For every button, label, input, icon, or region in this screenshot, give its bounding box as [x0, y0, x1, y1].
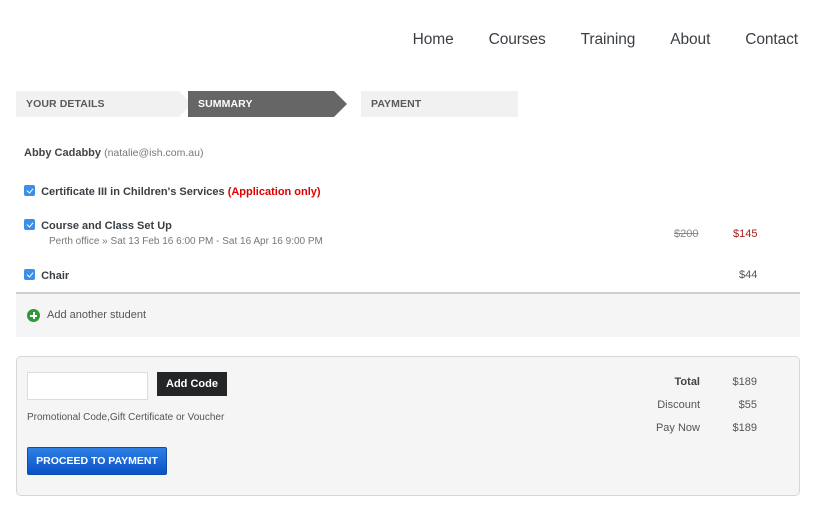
total-row: Total $189 — [580, 376, 757, 399]
enrolment-item: Chair — [24, 269, 69, 282]
order-summary-box: Add Code Promotional Code,Gift Certifica… — [16, 356, 800, 496]
student-header: Abby Cadabby (natalie@ish.com.au) — [24, 147, 203, 159]
step-summary[interactable]: SUMMARY — [188, 91, 347, 117]
promo-code-input[interactable] — [27, 372, 148, 400]
student-name: Abby Cadabby — [24, 147, 102, 159]
discount-row: Discount $55 — [580, 399, 757, 422]
enrolment-item: Certificate III in Children's Services (… — [24, 185, 321, 198]
add-student-link[interactable]: Add another student — [47, 309, 146, 321]
step-payment[interactable]: PAYMENT — [361, 91, 518, 117]
item-title: Chair — [41, 270, 70, 282]
item-class-details: Perth office » Sat 13 Feb 16 6:00 PM - S… — [49, 236, 323, 247]
item-title: Course and Class Set Up — [41, 220, 172, 232]
pay-now-value: $189 — [732, 422, 757, 434]
proceed-to-payment-button[interactable]: PROCEED TO PAYMENT — [27, 447, 167, 475]
item-price: $44 — [739, 269, 758, 281]
add-code-button[interactable]: Add Code — [157, 372, 227, 396]
main-nav: Home Courses Training About Contact — [378, 31, 798, 49]
item-checkbox[interactable] — [24, 219, 35, 230]
step-your-details[interactable]: YOUR DETAILS — [16, 91, 192, 117]
enrolment-item: Course and Class Set Up Perth office » S… — [24, 219, 323, 247]
nav-home[interactable]: Home — [413, 31, 454, 49]
plus-circle-icon[interactable] — [27, 309, 40, 322]
total-value: $189 — [732, 376, 757, 388]
add-student-row[interactable]: Add another student — [16, 294, 800, 337]
nav-training[interactable]: Training — [581, 31, 636, 49]
promo-code-description: Promotional Code,Gift Certificate or Vou… — [27, 412, 225, 423]
nav-about[interactable]: About — [670, 31, 710, 49]
original-price: $200 — [674, 228, 699, 240]
discounted-price: $145 — [733, 228, 758, 240]
item-checkbox[interactable] — [24, 269, 35, 280]
pay-now-row: Pay Now $189 — [580, 422, 757, 445]
application-note: (Application only) — [227, 186, 321, 198]
total-label: Total — [674, 376, 700, 388]
nav-contact[interactable]: Contact — [745, 31, 798, 49]
discount-label: Discount — [657, 399, 700, 411]
pay-now-label: Pay Now — [655, 422, 700, 434]
item-checkbox[interactable] — [24, 185, 35, 196]
item-title: Certificate III in Children's Services — [41, 186, 225, 198]
nav-courses[interactable]: Courses — [489, 31, 546, 49]
discount-value: $55 — [738, 399, 757, 411]
totals-table: Total $189 Discount $55 Pay Now $189 — [580, 376, 757, 445]
student-email: (natalie@ish.com.au) — [104, 147, 204, 159]
